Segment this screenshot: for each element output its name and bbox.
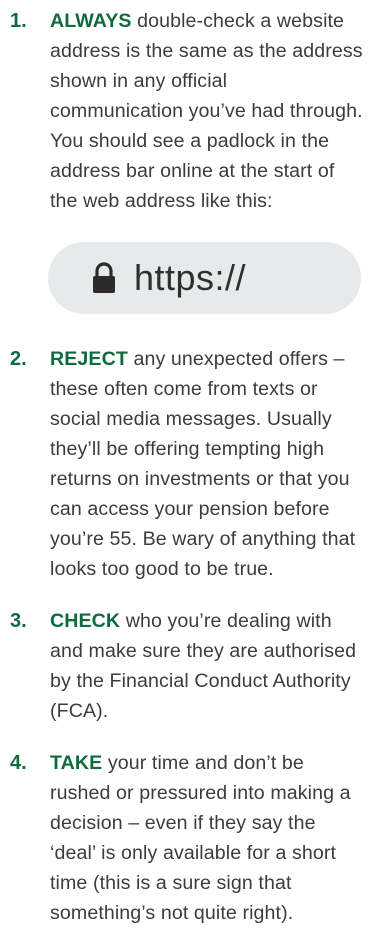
padlock-icon	[92, 261, 116, 295]
safety-tips: 1. ALWAYS double-check a website address…	[0, 0, 373, 942]
tip-3: 3. CHECK who you’re dealing with and mak…	[10, 606, 363, 726]
address-bar-example: https://	[48, 242, 361, 314]
tip-body: double-check a website address is the sa…	[50, 10, 363, 212]
tip-4: 4. TAKE your time and don’t be rushed or…	[10, 748, 363, 928]
tip-number: 2.	[10, 348, 27, 370]
tip-text: TAKE your time and don’t be rushed or pr…	[50, 748, 363, 928]
tip-body: any unexpected offers – these often come…	[50, 348, 356, 580]
tip-text: REJECT any unexpected offers – these oft…	[50, 344, 363, 584]
tip-keyword: TAKE	[50, 752, 103, 774]
tip-number: 3.	[10, 610, 27, 632]
tip-body: your time and don’t be rushed or pressur…	[50, 752, 351, 924]
tip-keyword: REJECT	[50, 348, 128, 370]
tip-keyword: ALWAYS	[50, 10, 132, 32]
tip-number: 1.	[10, 10, 27, 32]
address-url: https://	[134, 257, 247, 298]
tip-text: CHECK who you’re dealing with and make s…	[50, 606, 363, 726]
tip-1: 1. ALWAYS double-check a website address…	[10, 6, 363, 216]
tip-text: ALWAYS double-check a website address is…	[50, 6, 363, 216]
tip-keyword: CHECK	[50, 610, 121, 632]
tip-2: 2. REJECT any unexpected offers – these …	[10, 344, 363, 584]
tip-number: 4.	[10, 752, 27, 774]
